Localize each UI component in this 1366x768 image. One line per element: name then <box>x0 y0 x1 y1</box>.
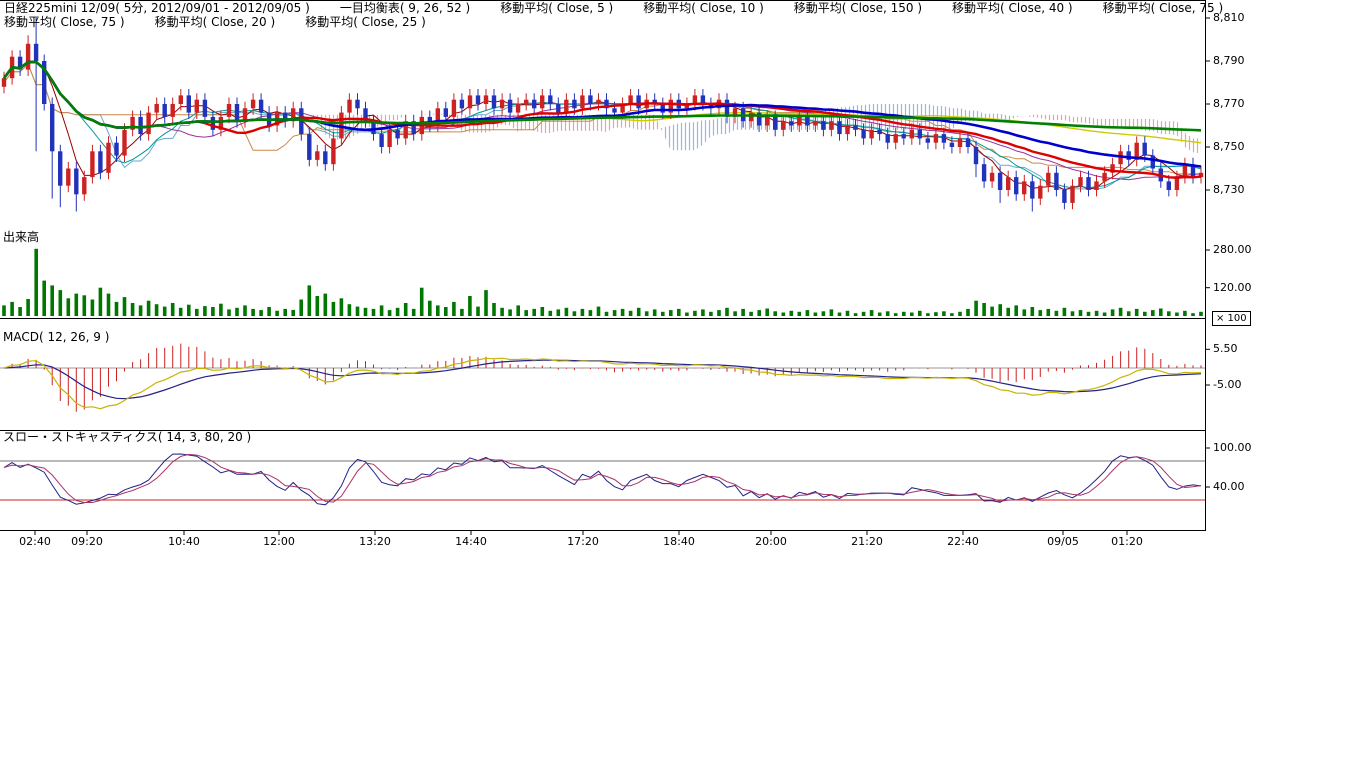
legend-ma-20: 移動平均( Close, 20 ) <box>155 15 276 29</box>
axis-ticks <box>35 18 1210 535</box>
legend-ma-5: 移動平均( Close, 5 ) <box>500 1 613 15</box>
chart-application-window: 日経225mini 12/09( 5分, 2012/09/01 - 2012/0… <box>0 0 1366 768</box>
legend-ma-25: 移動平均( Close, 25 ) <box>305 15 426 29</box>
stochastics-panel-label: スロー・ストキャスティクス( 14, 3, 80, 20 ) <box>3 431 251 444</box>
volume-panel-label: 出来高 <box>3 231 39 244</box>
legend-ichimoku: 一目均衡表( 9, 26, 52 ) <box>340 1 470 15</box>
macd-panel-label: MACD( 12, 26, 9 ) <box>3 331 109 344</box>
chart-header-line2: 移動平均( Close, 75 ) 移動平均( Close, 20 ) 移動平均( … <box>4 15 1253 29</box>
panel-borders <box>0 0 1206 531</box>
stoch-d-line <box>4 454 1201 502</box>
volume-bars <box>2 249 1203 316</box>
chart-header: 日経225mini 12/09( 5分, 2012/09/01 - 2012/0… <box>4 1 1253 29</box>
legend-ma-150: 移動平均( Close, 150 ) <box>794 1 922 15</box>
legend-ma-75-b: 移動平均( Close, 75 ) <box>4 15 125 29</box>
chart-title: 日経225mini 12/09( 5分, 2012/09/01 - 2012/0… <box>4 1 310 15</box>
legend-ma-75: 移動平均( Close, 75 ) <box>1103 1 1224 15</box>
chart-canvas[interactable] <box>0 0 1366 768</box>
ma-40-line <box>4 62 1201 167</box>
ichimoku-cloud <box>4 64 1201 153</box>
volume-multiplier-badge: × 100 <box>1212 311 1251 326</box>
stoch-k-line <box>4 454 1201 505</box>
legend-ma-40: 移動平均( Close, 40 ) <box>952 1 1073 15</box>
macd-histogram <box>4 344 1201 412</box>
legend-ma-10: 移動平均( Close, 10 ) <box>643 1 764 15</box>
chart-header-line1: 日経225mini 12/09( 5分, 2012/09/01 - 2012/0… <box>4 1 1253 15</box>
